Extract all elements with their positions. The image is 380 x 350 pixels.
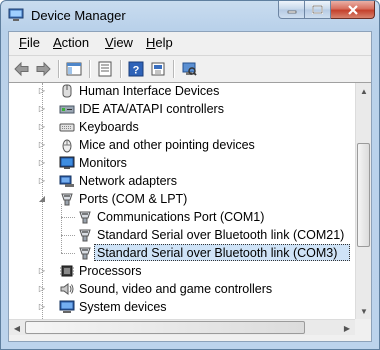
scrollbar-corner <box>355 319 371 335</box>
tree-item-label: System devices <box>79 300 167 314</box>
maximize-button[interactable] <box>305 1 331 19</box>
expand-arrow-icon[interactable]: ▷ <box>38 123 46 131</box>
close-button[interactable] <box>331 1 375 19</box>
forward-icon[interactable] <box>34 60 52 78</box>
tree-item-label: Standard Serial over Bluetooth link (COM… <box>97 228 345 242</box>
port-icon <box>79 247 91 260</box>
tree-item-label: Communications Port (COM1) <box>97 210 265 224</box>
menu-action[interactable]: Action <box>53 35 89 50</box>
tree-category-row[interactable]: ▷ Monitors <box>9 154 355 172</box>
port-icon <box>79 211 91 224</box>
help-icon[interactable]: ? <box>127 60 145 78</box>
port-icon <box>79 229 91 242</box>
ide-controller-icon <box>59 105 75 114</box>
system-devices-icon <box>59 300 75 313</box>
expand-arrow-icon[interactable]: ▷ <box>38 177 46 185</box>
tree-item-label: IDE ATA/ATAPI controllers <box>79 102 224 116</box>
svg-text:?: ? <box>133 65 140 77</box>
tree-item-label: Standard Serial over Bluetooth link (COM… <box>97 246 338 260</box>
scroll-left-icon[interactable]: ◀ <box>9 320 25 336</box>
processor-icon <box>60 265 74 277</box>
expand-arrow-icon[interactable]: ▷ <box>38 267 46 275</box>
hid-icon <box>62 84 72 98</box>
horizontal-scrollbar[interactable]: ◀ ▶ <box>9 319 355 335</box>
tree-connector-line <box>61 204 62 253</box>
window-title: Device Manager <box>31 8 126 23</box>
menu-help-accel: H <box>146 35 156 50</box>
close-icon <box>347 4 358 15</box>
tree-item-label: Ports (COM & LPT) <box>79 192 188 206</box>
vertical-scrollbar[interactable]: ▲ ▼ <box>355 83 371 319</box>
minimize-button[interactable] <box>278 1 305 19</box>
client-area: File Action View Help ? ▷ Human Interface… <box>8 31 372 342</box>
tree-category-row[interactable]: ▷ Sound, video and game controllers <box>9 280 355 298</box>
tree-item-label: Monitors <box>79 156 127 170</box>
tree-category-row[interactable]: ▷ System devices <box>9 298 355 316</box>
device-manager-window: Device Manager File Action View Help ? ▷… <box>0 0 380 350</box>
tree-category-row[interactable]: ▷ Keyboards <box>9 118 355 136</box>
network-adapter-icon <box>59 175 74 187</box>
tree-category-row[interactable]: ▷ Processors <box>9 262 355 280</box>
expand-arrow-icon[interactable]: ▷ <box>38 285 46 293</box>
tree-item-label: Human Interface Devices <box>79 84 220 98</box>
menu-file-accel: F <box>19 35 27 50</box>
status-bar <box>9 335 371 341</box>
tree-item-label: Network adapters <box>79 174 177 188</box>
menu-help[interactable]: Help <box>146 35 173 50</box>
menu-action-accel: A <box>53 35 62 50</box>
scroll-right-icon[interactable]: ▶ <box>339 320 355 336</box>
device-tree[interactable]: ▷ Human Interface Devices ▷ IDE ATA/ATAPI c… <box>9 83 355 319</box>
back-icon[interactable] <box>13 60 31 78</box>
menu-file-label: ile <box>26 35 40 50</box>
menu-view[interactable]: View <box>105 35 133 50</box>
maximize-icon <box>312 5 323 14</box>
menu-file[interactable]: File <box>19 35 40 50</box>
scroll-up-icon[interactable]: ▲ <box>356 83 372 99</box>
tree-category-row[interactable]: ▷ Human Interface Devices <box>9 83 355 100</box>
toolbar: ? <box>9 55 371 83</box>
keyboard-icon <box>59 123 75 132</box>
monitor-icon <box>59 156 75 169</box>
horizontal-scroll-thumb[interactable] <box>25 321 305 334</box>
expand-arrow-icon[interactable]: ▷ <box>38 159 46 167</box>
expand-arrow-icon[interactable]: ▷ <box>38 105 46 113</box>
device-manager-app-icon <box>8 8 24 21</box>
properties-icon[interactable] <box>96 60 114 78</box>
expand-arrow-icon[interactable]: ▷ <box>38 141 46 149</box>
tree-item-label: Keyboards <box>79 120 139 134</box>
tree-item-label: Sound, video and game controllers <box>79 282 273 296</box>
menu-action-label: ction <box>61 35 90 50</box>
expand-arrow-icon[interactable]: ▷ <box>38 303 46 311</box>
vertical-scroll-thumb[interactable] <box>357 143 370 247</box>
menu-bar: File Action View Help <box>9 32 371 54</box>
show-hide-console-tree-icon[interactable] <box>65 60 83 78</box>
update-driver-icon[interactable] <box>149 60 167 78</box>
tree-category-row[interactable]: ▷ IDE ATA/ATAPI controllers <box>9 100 355 118</box>
expand-arrow-icon[interactable]: ▷ <box>38 87 46 95</box>
tree-item-label: Processors <box>79 264 142 278</box>
scan-hardware-icon[interactable] <box>180 60 198 78</box>
title-bar[interactable]: Device Manager <box>1 1 379 31</box>
sound-icon <box>60 283 74 295</box>
scroll-down-icon[interactable]: ▼ <box>356 303 372 319</box>
tree-category-row[interactable]: ▷ Mice and other pointing devices <box>9 136 355 154</box>
tree-category-row[interactable]: ▷ Network adapters <box>9 172 355 190</box>
minimize-icon <box>287 10 296 13</box>
menu-view-label: iew <box>113 35 133 50</box>
menu-help-label: elp <box>155 35 173 50</box>
tree-item-label: Mice and other pointing devices <box>79 138 255 152</box>
collapse-arrow-icon[interactable]: ◢ <box>38 195 46 203</box>
mouse-icon <box>62 139 72 153</box>
